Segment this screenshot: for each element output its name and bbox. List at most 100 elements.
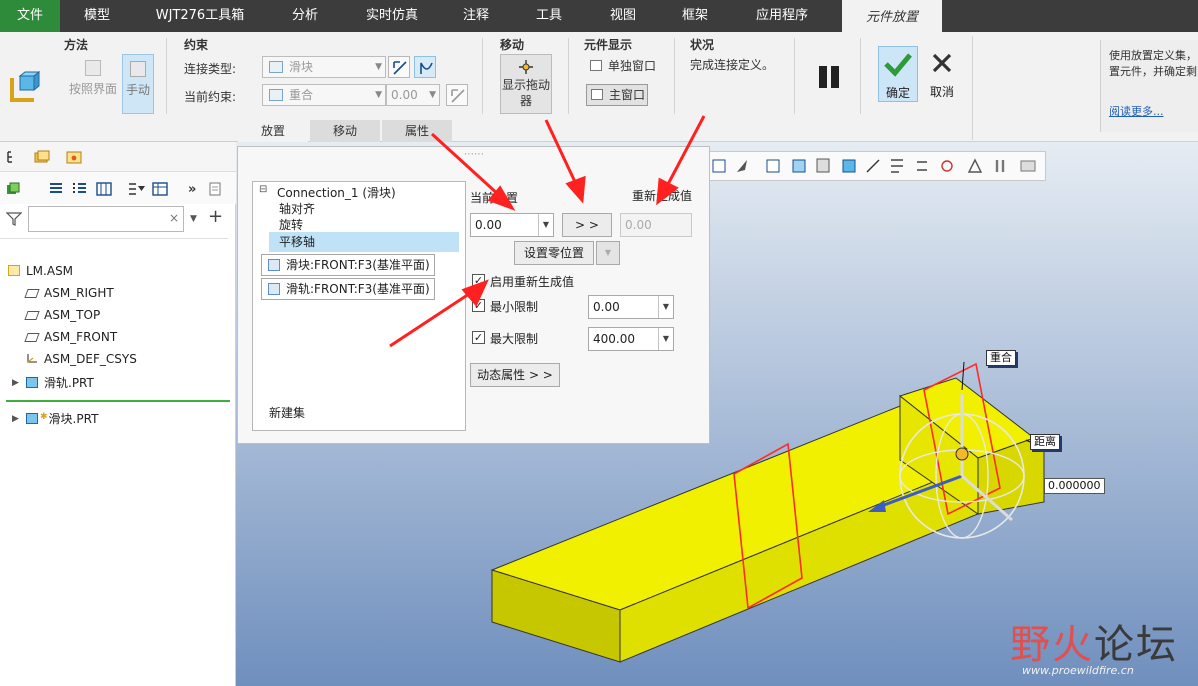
- tree-display-icon[interactable]: [152, 182, 168, 196]
- menu-tab-model[interactable]: 模型: [66, 0, 128, 32]
- flip-constraint-button[interactable]: [446, 84, 468, 106]
- tree-settings-icon[interactable]: [96, 182, 112, 196]
- reference-rail-front[interactable]: 滑轨:FRONT:F3(基准平面): [261, 278, 435, 300]
- tree-item-slider-part[interactable]: ✱滑块.PRT: [26, 410, 98, 427]
- datum-plane-icon: [268, 283, 280, 295]
- move-group-title: 移动: [500, 38, 525, 52]
- flip-icon: [393, 61, 407, 75]
- max-limit-input[interactable]: 400.00 ▼: [588, 327, 674, 351]
- show-tree-icon[interactable]: [6, 182, 22, 196]
- window-view-icon: [1020, 160, 1036, 172]
- status-group-title: 状况: [690, 38, 715, 52]
- tree-item-assembly[interactable]: LM.ASM: [8, 264, 73, 278]
- collapse-icon[interactable]: ⊟: [259, 184, 267, 195]
- tree-item-label: LM.ASM: [26, 264, 74, 278]
- chevron-down-icon[interactable]: ▼: [658, 296, 673, 318]
- chevron-down-icon[interactable]: ▼: [190, 214, 197, 224]
- tree-filter-icon[interactable]: [128, 182, 145, 196]
- coincident-icon: [269, 89, 283, 101]
- menu-tab-tools[interactable]: 工具: [518, 0, 580, 32]
- menu-tab-wjt-toolbox[interactable]: WJT276工具箱: [140, 0, 260, 32]
- panel-grip-icon[interactable]: ⋯⋯: [464, 149, 484, 160]
- distance-value-tag[interactable]: 0.000000: [1044, 478, 1105, 494]
- tree-item-asm-def-csys[interactable]: ASM_DEF_CSYS: [26, 352, 137, 366]
- chevron-down-icon[interactable]: ▼: [538, 214, 553, 236]
- cancel-button[interactable]: 取消: [922, 46, 962, 102]
- clear-icon[interactable]: ×: [169, 211, 179, 225]
- model-tree-toolbar: »: [0, 172, 236, 204]
- menu-tab-frame[interactable]: 框架: [664, 0, 726, 32]
- menu-tab-view[interactable]: 视图: [592, 0, 654, 32]
- tree-item-rail-part[interactable]: 滑轨.PRT: [26, 374, 94, 391]
- connection-set-item[interactable]: Connection_1 (滑块): [277, 184, 396, 201]
- menu-tab-applications[interactable]: 应用程序: [738, 0, 826, 32]
- tab-properties[interactable]: 属性: [382, 120, 452, 142]
- read-more-link[interactable]: 阅读更多...: [1109, 104, 1198, 120]
- auto-by-interface-button[interactable]: 按照界面: [66, 54, 120, 114]
- current-position-input[interactable]: 0.00 ▼: [470, 213, 554, 237]
- tree-search-input[interactable]: ×: [28, 206, 184, 232]
- tree-item-asm-front[interactable]: ASM_FRONT: [24, 330, 117, 344]
- add-filter-icon[interactable]: +: [208, 208, 223, 226]
- separator: [482, 38, 483, 114]
- datum-plane-icon: [24, 311, 40, 320]
- folder-browser-tab-icon[interactable]: [34, 150, 50, 164]
- constraint-item-rotation[interactable]: 旋转: [279, 216, 303, 233]
- dynamic-properties-button[interactable]: 动态属性 > >: [470, 363, 560, 387]
- favorites-tab-icon[interactable]: [66, 150, 82, 164]
- connection-type-select[interactable]: 滑块 ▼: [262, 56, 386, 78]
- set-zero-position-button[interactable]: 设置零位置: [514, 241, 594, 265]
- chevron-down-icon: ▼: [375, 90, 382, 100]
- separate-window-label: 单独窗口: [608, 59, 657, 73]
- ok-button[interactable]: 确定: [878, 46, 918, 102]
- apply-position-button[interactable]: > >: [562, 213, 612, 237]
- min-limit-checkbox[interactable]: ✓: [472, 299, 485, 312]
- current-constraint-select[interactable]: 重合 ▼: [262, 84, 386, 106]
- zero-position-dropdown[interactable]: ▼: [596, 241, 620, 265]
- chevron-down-icon[interactable]: ▼: [658, 328, 673, 350]
- tree-item-label: ASM_DEF_CSYS: [44, 352, 137, 366]
- offset-input[interactable]: 0.00 ▼: [386, 84, 440, 106]
- max-limit-checkbox[interactable]: ✓: [472, 331, 485, 344]
- constraint-item-translation-axis[interactable]: 平移轴: [269, 232, 459, 252]
- flip-connection-button[interactable]: [388, 56, 410, 78]
- tree-item-label: 滑块.PRT: [48, 412, 99, 426]
- regenerate-value-input[interactable]: 0.00: [620, 213, 692, 237]
- expand-icon[interactable]: ▶: [12, 414, 19, 424]
- more-icon[interactable]: »: [188, 182, 204, 197]
- ribbon-groups: 方法 按照界面 手动 约束 连接类型: 滑块 ▼ 当前约束: 重合 ▼ 0.00…: [52, 32, 972, 142]
- chevron-down-icon: ▼: [429, 90, 436, 100]
- placement-panel: ⋯⋯ ⊟ Connection_1 (滑块) 轴对齐 旋转 平移轴 滑块:FRO…: [237, 146, 710, 444]
- new-set-link[interactable]: 新建集: [269, 404, 305, 421]
- main-window-button[interactable]: 主窗口: [586, 84, 648, 106]
- expand-icon[interactable]: ▶: [12, 378, 19, 388]
- constraint-item-axis-align[interactable]: 轴对齐: [279, 200, 315, 217]
- separate-window-button[interactable]: 单独窗口: [586, 56, 662, 78]
- datum-plane-icon: [24, 333, 40, 342]
- enable-regenerate-checkbox[interactable]: ✓: [472, 274, 485, 287]
- tree-item-asm-top[interactable]: ASM_TOP: [24, 308, 100, 322]
- checkmark-icon: [884, 53, 912, 77]
- tree-list-icon[interactable]: [72, 182, 88, 196]
- auto-by-interface-label: 按照界面: [68, 82, 117, 96]
- close-icon: [932, 53, 952, 73]
- menu-tab-analysis[interactable]: 分析: [272, 0, 338, 32]
- menu-tab-file[interactable]: 文件: [0, 0, 60, 32]
- menu-tab-annotate[interactable]: 注释: [446, 0, 506, 32]
- tree-columns-icon[interactable]: [48, 182, 64, 196]
- model-tree-tab-icon[interactable]: [6, 150, 22, 164]
- show-dragger-button[interactable]: 显示拖动器: [500, 54, 552, 114]
- constraint-tag-coincide[interactable]: 重合: [986, 350, 1016, 366]
- min-limit-input[interactable]: 0.00 ▼: [588, 295, 674, 319]
- tab-placement[interactable]: 放置: [238, 120, 308, 142]
- document-icon[interactable]: [208, 182, 224, 196]
- menu-tab-component-placement[interactable]: 元件放置: [842, 0, 942, 32]
- manual-button[interactable]: 手动: [122, 54, 154, 114]
- reference-slider-front[interactable]: 滑块:FRONT:F3(基准平面): [261, 254, 435, 276]
- tree-item-asm-right[interactable]: ASM_RIGHT: [24, 286, 114, 300]
- constraint-tag-distance[interactable]: 距离: [1030, 434, 1060, 450]
- tab-move[interactable]: 移动: [310, 120, 380, 142]
- enable-connection-button[interactable]: [414, 56, 436, 78]
- menu-tab-realtime-sim[interactable]: 实时仿真: [350, 0, 434, 32]
- pause-button[interactable]: [814, 62, 844, 92]
